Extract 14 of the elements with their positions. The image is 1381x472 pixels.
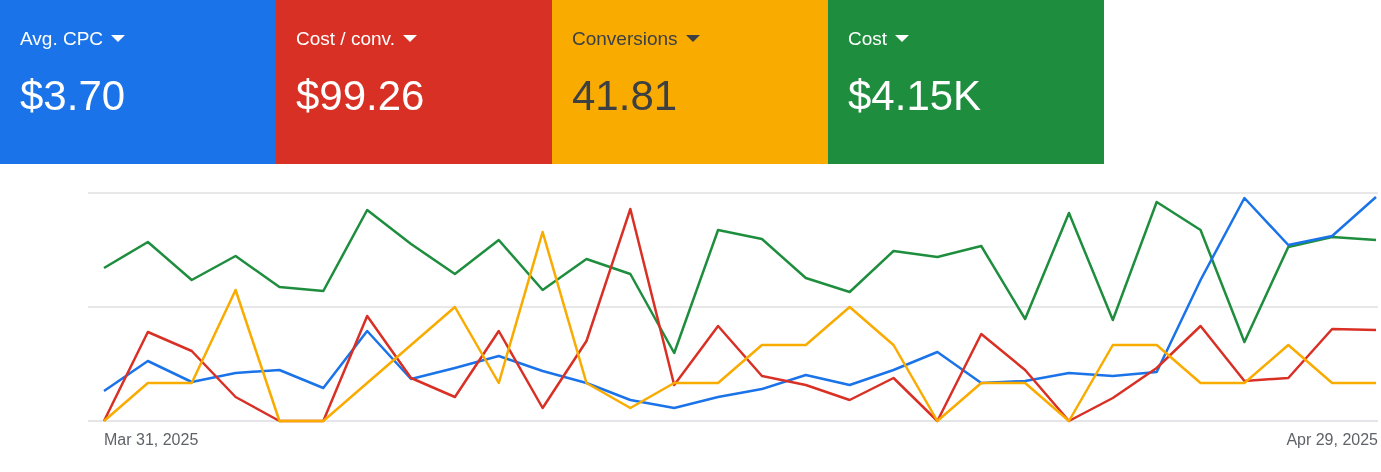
metric-selector[interactable]: Cost / conv.	[296, 28, 417, 50]
axis-label: Apr 29, 2025	[1286, 431, 1378, 449]
metric-selector[interactable]: Avg. CPC	[20, 28, 126, 50]
metric-value: $99.26	[296, 72, 426, 120]
caret-icon	[685, 35, 700, 43]
metric-value: $4.15K	[848, 72, 983, 120]
metric-selector[interactable]: Conversions	[572, 28, 700, 50]
metric-value: 41.81	[572, 72, 679, 120]
caret-icon	[111, 35, 126, 43]
metric-selector[interactable]: Cost	[848, 28, 910, 50]
caret-icon	[895, 35, 910, 43]
axis-label: Mar 31, 2025	[104, 431, 199, 449]
caret-icon	[402, 35, 417, 43]
metric-value: $3.70	[20, 72, 127, 120]
